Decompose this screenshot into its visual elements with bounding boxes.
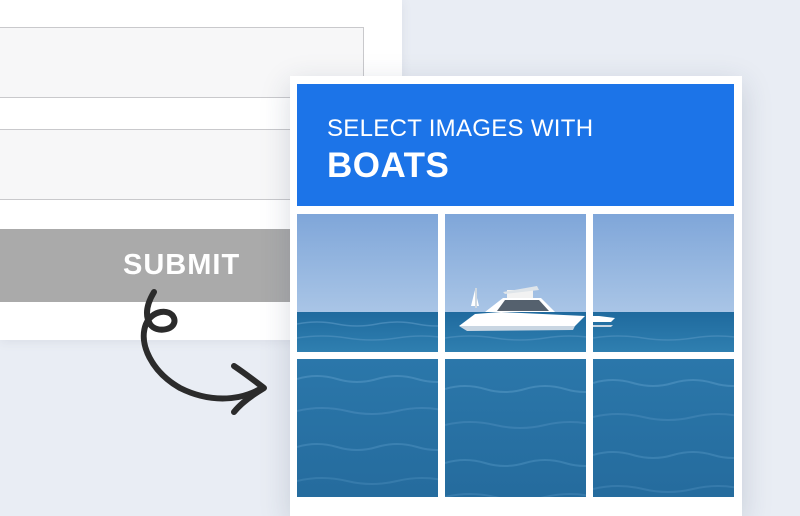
captcha-prompt: SELECT IMAGES WITH bbox=[327, 115, 594, 142]
captcha-tile-1[interactable] bbox=[297, 214, 438, 352]
captcha-target: BOATS bbox=[327, 146, 450, 185]
captcha-tile-2[interactable] bbox=[445, 214, 586, 352]
captcha-image-grid bbox=[297, 214, 734, 514]
captcha-tile-4[interactable] bbox=[297, 359, 438, 497]
captcha-header: SELECT IMAGES WITH BOATS bbox=[297, 84, 734, 206]
captcha-tile-3[interactable] bbox=[593, 214, 734, 352]
curly-arrow-icon bbox=[140, 289, 267, 415]
captcha-tile-6[interactable] bbox=[593, 359, 734, 497]
captcha-challenge: SELECT IMAGES WITH BOATS bbox=[290, 76, 742, 516]
captcha-tile-5[interactable] bbox=[445, 359, 586, 497]
